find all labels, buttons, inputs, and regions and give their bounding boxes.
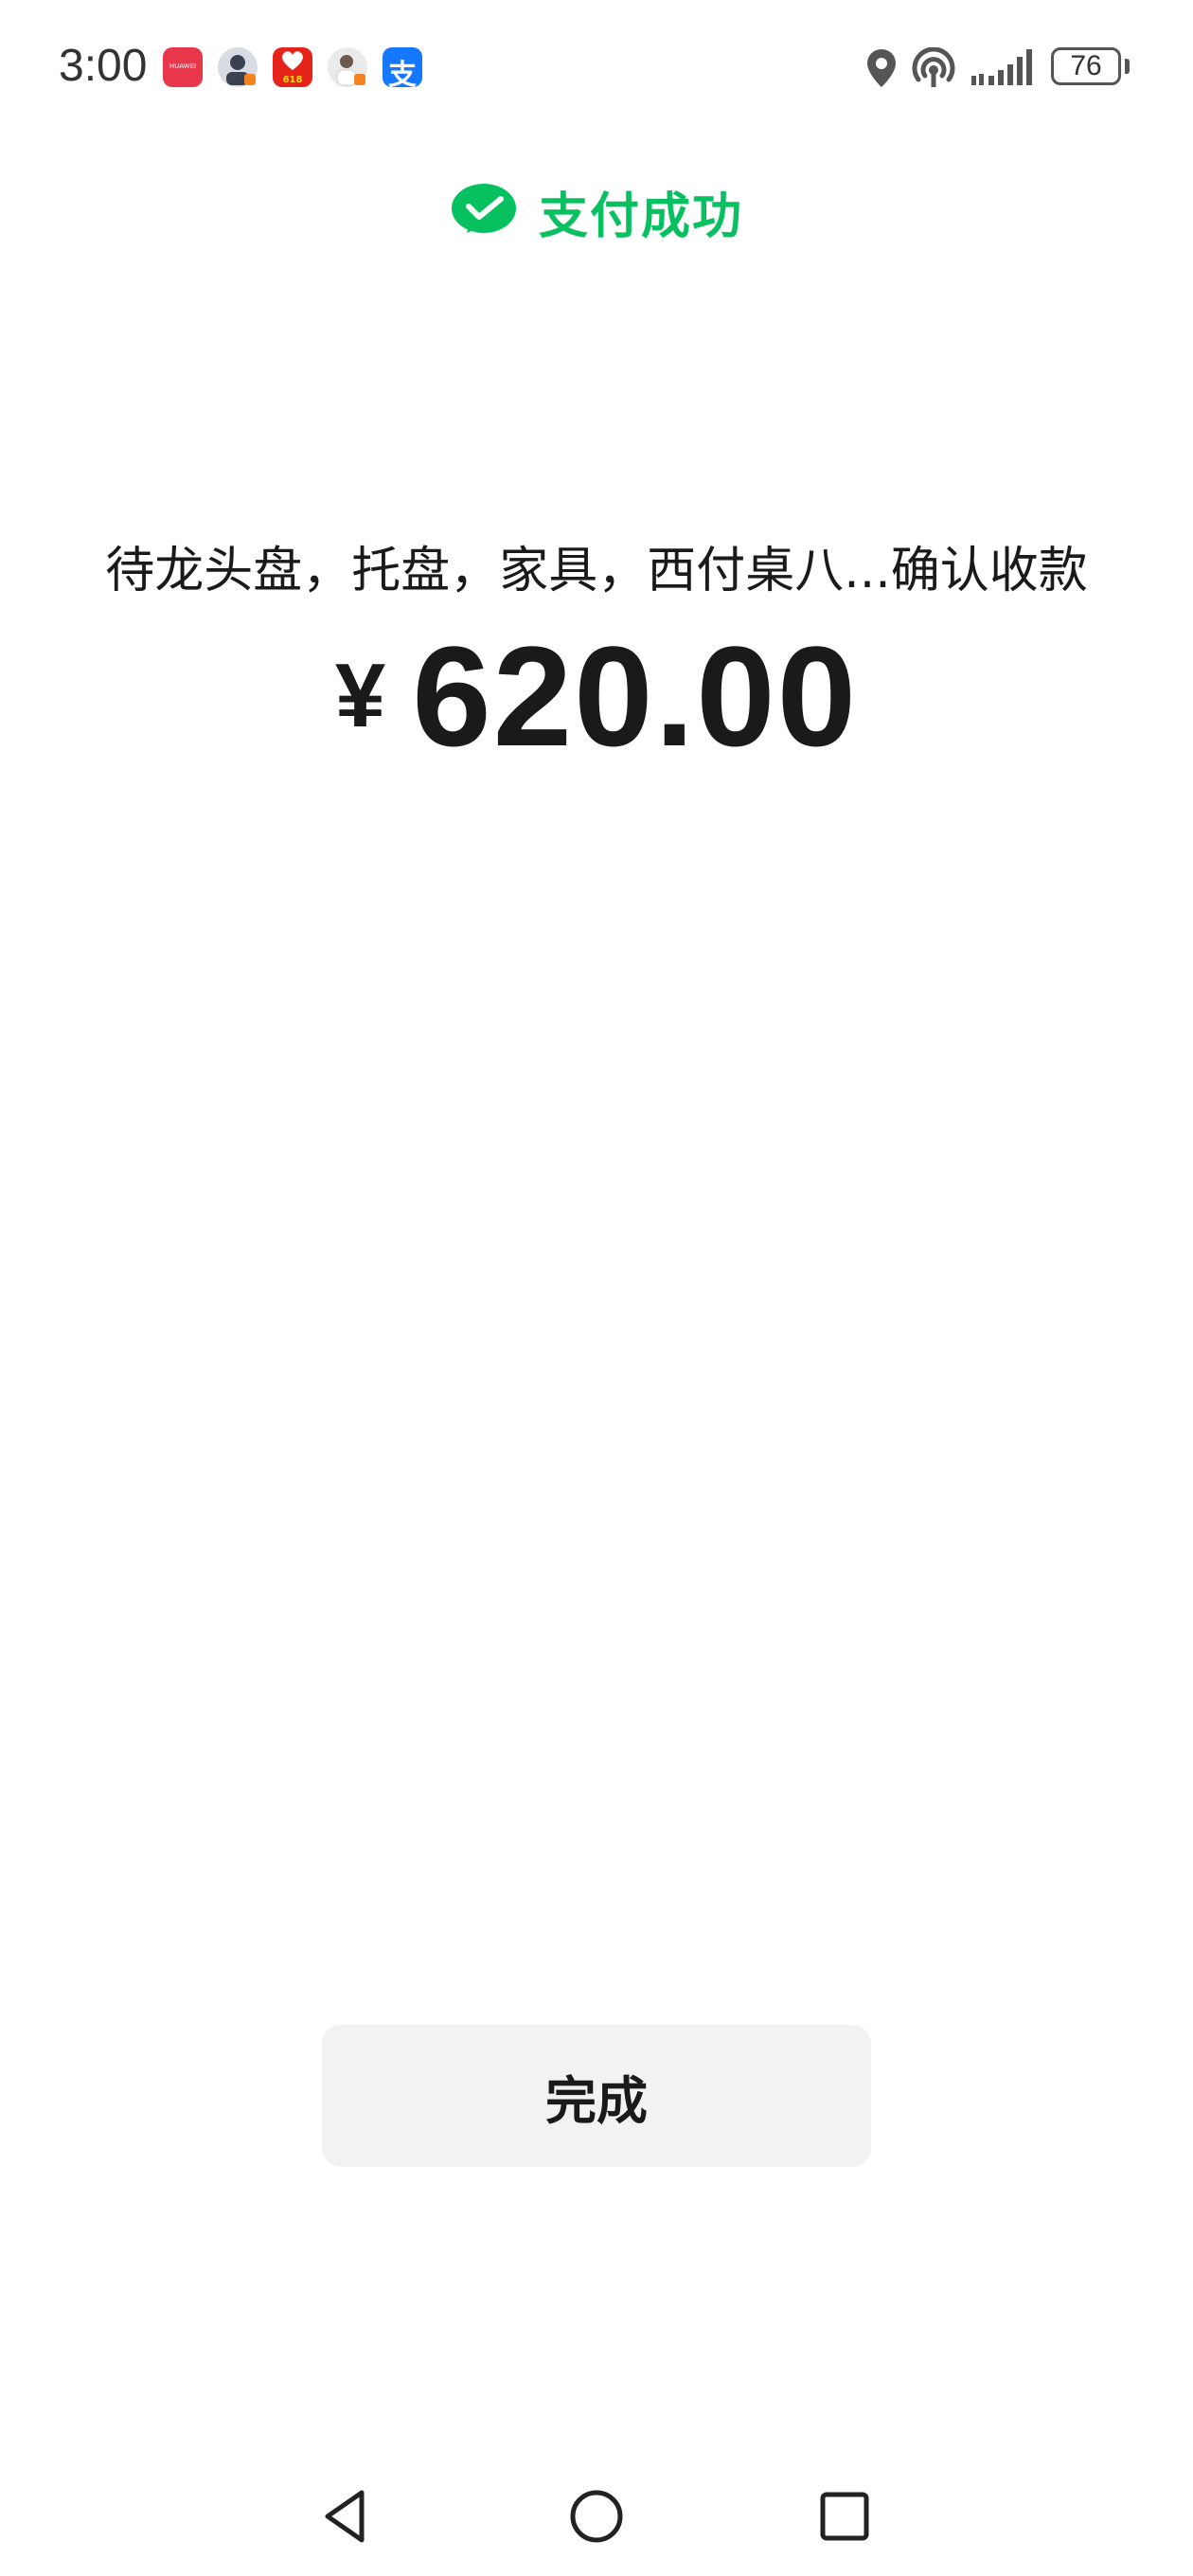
done-button[interactable]: 完成 (322, 2025, 871, 2167)
home-icon[interactable] (563, 2483, 630, 2549)
wechat-pay-icon (451, 183, 516, 233)
payee-name: 待龙头盘，托盘，家具，西付桌八...确认收款 (105, 543, 1088, 599)
payment-success-screen: 3:00 HUAWEI 618 支 76 支付成功 待龙头盘，托盘，家具，西付桌… (0, 0, 1193, 2576)
recent-apps-icon[interactable] (811, 2483, 878, 2549)
alipay-icon: 支 (383, 47, 422, 92)
battery-indicator: 76 (1051, 47, 1121, 85)
navigation-bar (0, 2462, 1193, 2567)
location-icon (867, 49, 896, 87)
hotspot-icon (912, 47, 955, 87)
shopping-618-icon: 618 (273, 47, 312, 87)
payment-amount: 620.00 (412, 617, 859, 776)
success-header: 支付成功 (0, 176, 1193, 247)
signal-icon (971, 49, 1032, 85)
amount-row: ¥ 620.00 (0, 625, 1193, 767)
huawei-appgallery-icon: HUAWEI (163, 47, 203, 87)
status-bar: 3:00 HUAWEI 618 支 76 (0, 0, 1193, 133)
battery-tip (1125, 59, 1130, 74)
avatar-app-icon-2 (328, 47, 367, 87)
currency-symbol: ¥ (334, 645, 386, 746)
status-time: 3:00 (59, 41, 148, 91)
success-title: 支付成功 (538, 188, 743, 245)
back-icon[interactable] (314, 2483, 381, 2549)
avatar-app-icon (218, 47, 258, 87)
